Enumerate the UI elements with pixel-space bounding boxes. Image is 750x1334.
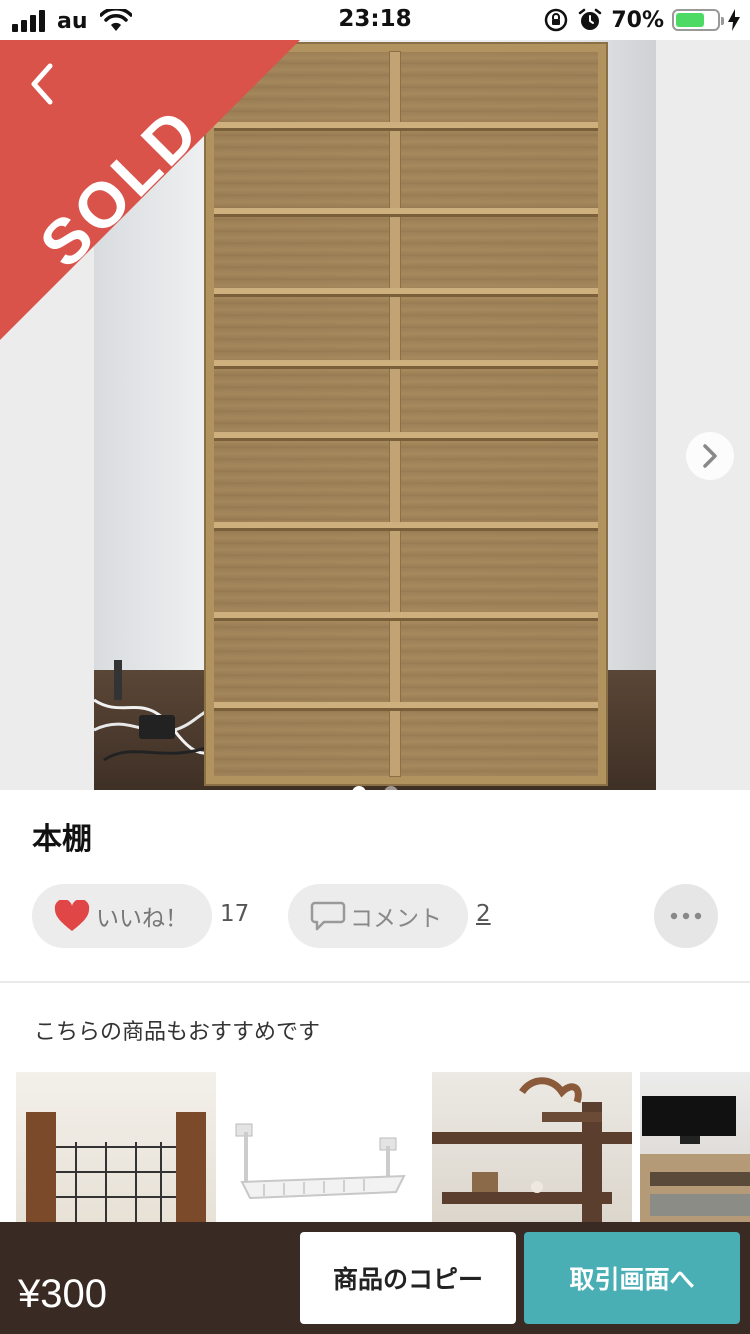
battery-icon [672,9,724,31]
battery-fill [676,13,704,27]
hanging-shelf-thumbnail [235,1123,406,1200]
tv-stand-thumbnail [640,1096,750,1222]
like-button[interactable]: いいね！ [32,884,212,948]
status-bar: au 23:18 70% [0,0,750,40]
recommendation-item[interactable] [224,1072,424,1222]
bottom-bar: ¥300 商品のコピー 取引画面へ [0,1222,750,1334]
like-count: 17 [220,901,250,927]
carousel-dot[interactable] [384,786,398,790]
go-to-transaction-button[interactable]: 取引画面へ [524,1232,740,1324]
shelf-divider [390,52,400,776]
comment-button[interactable]: コメント [288,884,468,948]
heart-icon [54,900,90,931]
price: ¥300 [18,1272,107,1316]
more-dots-icon [670,912,702,920]
status-right: 70% [543,6,740,34]
chevron-right-icon [703,444,717,468]
battery-percent: 70% [611,7,664,33]
comment-label: コメント [350,906,442,932]
comment-count[interactable]: 2 [476,901,491,927]
recommendation-item[interactable] [640,1072,750,1222]
recommendations-heading: こちらの商品もおすすめです [34,1020,321,1045]
rack-thumbnail [26,1112,206,1222]
alarm-icon [579,8,602,30]
recommendations-row[interactable] [16,1072,750,1222]
recommendation-item[interactable] [16,1072,216,1222]
action-row: いいね！ 17 コメント 2 [32,884,718,948]
product-image-carousel[interactable] [0,40,750,790]
carousel-dot[interactable] [352,786,366,790]
copy-listing-button[interactable]: 商品のコピー [300,1232,516,1324]
product-photo[interactable] [94,40,656,790]
carousel-dots [0,786,750,790]
charging-icon [728,9,740,31]
back-button[interactable] [22,58,62,110]
next-image-button[interactable] [686,432,734,480]
section-divider [0,981,750,983]
comment-bubble-icon [310,901,346,931]
product-title: 本棚 [32,822,92,857]
battery-cap [721,17,724,25]
wooden-shelf-thumbnail [432,1077,632,1222]
chevron-left-icon [31,63,53,105]
recommendation-item[interactable] [432,1072,632,1222]
more-options-button[interactable] [654,884,718,948]
like-label: いいね！ [96,906,188,932]
rotation-lock-icon [545,8,568,32]
bookshelf [206,44,606,784]
